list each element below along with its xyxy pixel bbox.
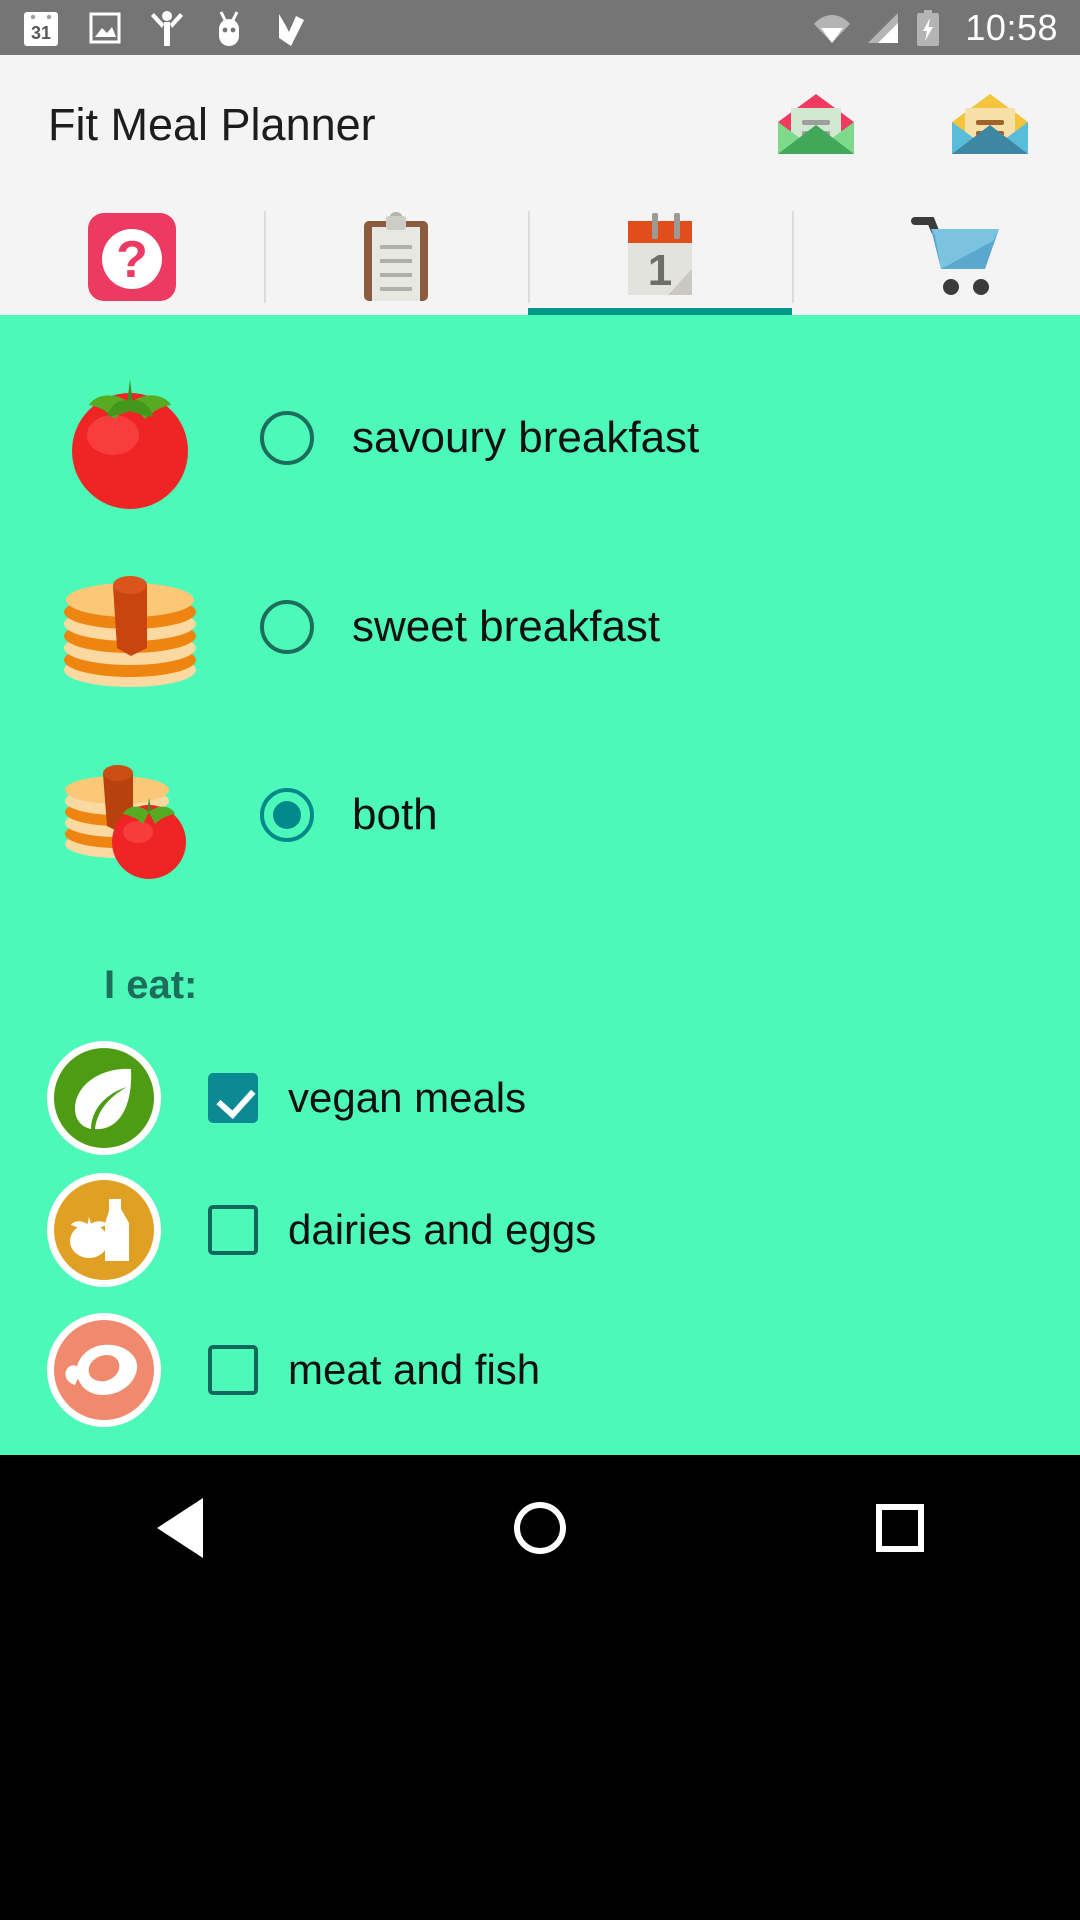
diet-thumb — [0, 1311, 208, 1429]
pancakes-and-tomato-icon — [65, 765, 186, 879]
envelope-yellow-icon[interactable] — [948, 92, 1032, 158]
diet-label: dairies and eggs — [288, 1206, 597, 1253]
radio-sweet-breakfast[interactable] — [260, 600, 314, 654]
diet-row-vegan-meals[interactable]: vegan meals — [0, 1033, 1080, 1163]
tomato-icon — [72, 379, 188, 509]
radio-both[interactable] — [260, 788, 314, 842]
back-icon — [157, 1497, 203, 1558]
calendar-31-icon: 31 — [24, 11, 58, 46]
signal-icon — [868, 12, 899, 43]
calendar-icon: 1 — [628, 213, 692, 295]
option-row-both[interactable]: both — [0, 735, 1080, 895]
option-label: sweet breakfast — [352, 602, 661, 651]
checkbox-dairies-and-eggs[interactable] — [208, 1205, 258, 1255]
clipboard-icon — [364, 212, 428, 301]
diet-thumb — [0, 1171, 208, 1289]
envelope-pink-icon[interactable] — [774, 92, 858, 158]
checkbox-meat-and-fish[interactable] — [208, 1345, 258, 1395]
milk-bottle-icon — [47, 1173, 161, 1287]
gallery-icon — [89, 12, 121, 43]
wifi-icon — [814, 14, 851, 43]
radio-savoury-breakfast[interactable] — [260, 411, 314, 465]
tab-bar: ? 1 — [0, 195, 1080, 315]
svg-text:?: ? — [116, 231, 148, 289]
nav-back-button[interactable] — [120, 1478, 240, 1578]
battery-charging-icon — [917, 9, 940, 46]
tab-planner[interactable]: 1 — [528, 195, 792, 315]
nav-recents-button[interactable] — [840, 1478, 960, 1578]
status-bar-right-icons: 10:58 — [813, 7, 1058, 49]
app-root: 31 10:58 Fit Meal Planner ? 1 savoury br… — [0, 0, 1080, 1920]
person-icon — [151, 10, 183, 46]
diet-thumb — [0, 1039, 208, 1157]
option-label: savoury breakfast — [352, 413, 700, 462]
app-bar-actions — [774, 92, 1032, 158]
page-title: Fit Meal Planner — [48, 99, 376, 150]
system-nav-bar — [0, 1455, 1080, 1920]
leaf-icon — [47, 1041, 161, 1155]
diet-label: meat and fish — [288, 1346, 541, 1393]
question-mark-icon: ? — [88, 213, 176, 301]
option-row-sweet-breakfast[interactable]: sweet breakfast — [0, 547, 1080, 707]
option-row-savoury-breakfast[interactable]: savoury breakfast — [0, 358, 1080, 518]
home-icon — [514, 1501, 566, 1554]
tab-recipes[interactable] — [264, 195, 528, 315]
option-label: both — [352, 790, 438, 839]
diet-label: vegan meals — [288, 1074, 527, 1121]
checkbox-vegan-meals[interactable] — [208, 1073, 258, 1123]
android-icon — [219, 10, 239, 46]
pancakes-icon — [64, 576, 196, 687]
app-bar: Fit Meal Planner — [0, 55, 1080, 195]
tab-help[interactable]: ? — [0, 195, 264, 315]
checkmark-icon — [279, 13, 304, 46]
nav-buttons — [0, 1455, 1080, 1600]
status-bar-clock: 10:58 — [965, 6, 1058, 48]
svg-text:1: 1 — [648, 246, 672, 295]
nav-home-button[interactable] — [480, 1478, 600, 1578]
svg-text:31: 31 — [31, 23, 51, 43]
meat-icon — [47, 1313, 161, 1427]
diet-row-meat-and-fish[interactable]: meat and fish — [0, 1305, 1080, 1435]
status-bar-left-icons: 31 — [22, 8, 308, 48]
tab-shopping[interactable] — [792, 195, 1056, 315]
option-thumb — [0, 363, 260, 513]
diet-row-dairies-and-eggs[interactable]: dairies and eggs — [0, 1165, 1080, 1295]
recents-icon — [876, 1503, 924, 1552]
shopping-cart-icon — [911, 217, 999, 295]
main-content: savoury breakfast sweet breakfast both I… — [0, 315, 1080, 1455]
option-thumb — [0, 552, 260, 702]
status-bar: 31 10:58 — [0, 0, 1080, 55]
option-thumb — [0, 740, 260, 890]
diet-section-title: I eat: — [104, 963, 198, 1007]
